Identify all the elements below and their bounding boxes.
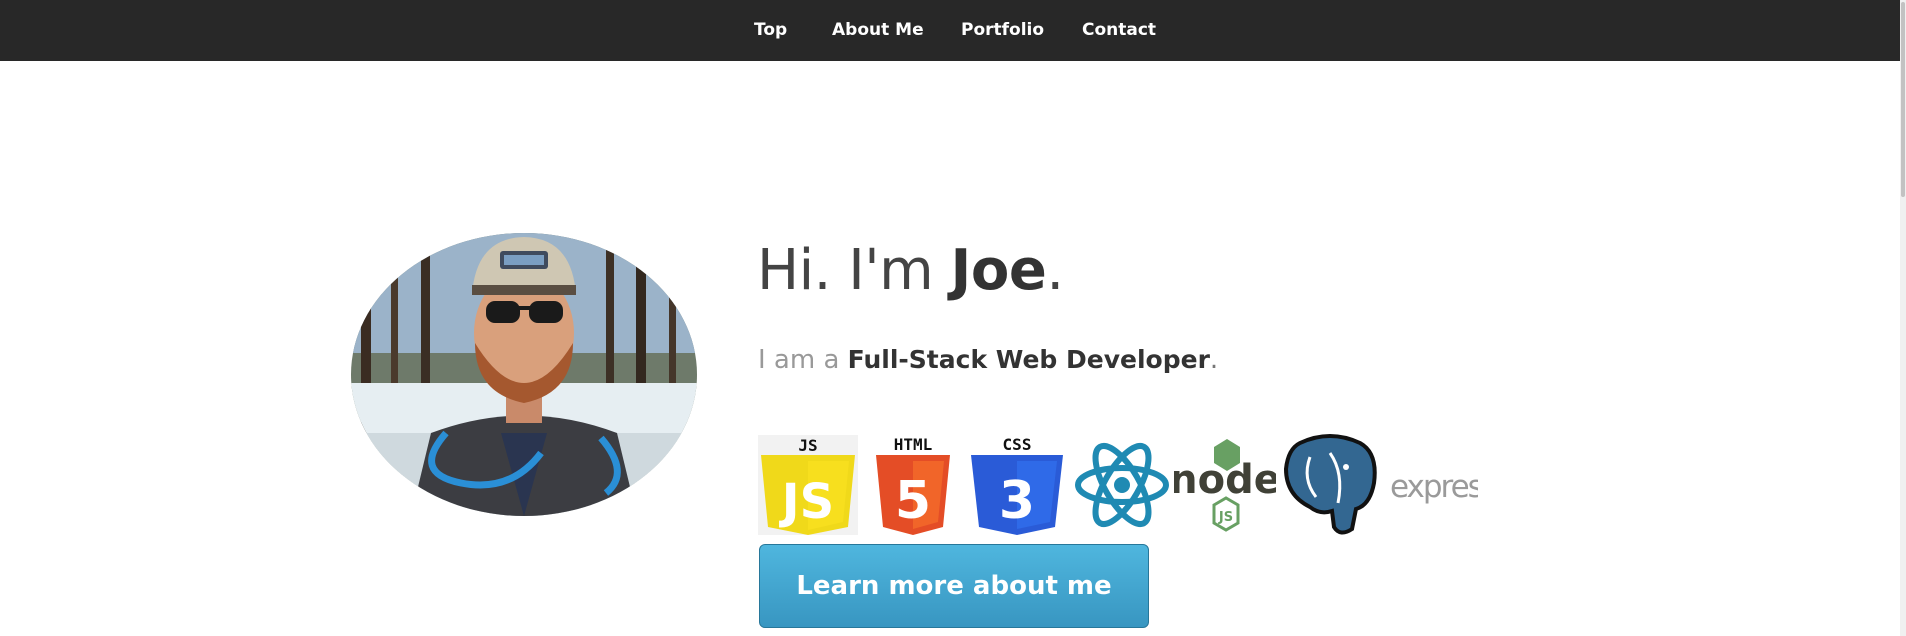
profile-photo (351, 233, 697, 516)
nav-item-about-me[interactable]: About Me (832, 19, 924, 41)
greeting-prefix: Hi. I'm (757, 238, 934, 303)
nodejs-icon: node JS (1174, 439, 1276, 532)
scrollbar-thumb[interactable] (1901, 2, 1905, 197)
nodejs-icon-sublabel: JS (1218, 510, 1233, 525)
page-scrollbar[interactable] (1900, 0, 1906, 636)
express-icon-label: express (1390, 469, 1478, 505)
postgresql-icon (1283, 434, 1377, 535)
tagline-suffix: . (1209, 345, 1219, 375)
html5-icon-label: HTML (894, 435, 933, 454)
top-navbar: Top About Me Portfolio Contact (0, 0, 1906, 61)
react-icon (1075, 442, 1169, 528)
tagline-prefix: I am a (758, 345, 840, 375)
svg-text:3: 3 (999, 471, 1035, 531)
hero-tagline: I am a Full-Stack Web Developer. (758, 343, 1218, 377)
html5-icon: HTML 5 (876, 435, 950, 535)
hero-greeting: Hi. I'm Joe. (757, 233, 1064, 309)
nav-item-portfolio[interactable]: Portfolio (961, 19, 1044, 41)
greeting-suffix: . (1046, 238, 1064, 303)
svg-text:JS: JS (779, 474, 834, 530)
svg-text:5: 5 (895, 471, 931, 531)
nav-item-contact[interactable]: Contact (1082, 19, 1156, 41)
nav-item-top[interactable]: Top (754, 19, 787, 41)
express-icon: express (1390, 469, 1478, 505)
greeting-name: Joe (950, 238, 1047, 303)
tagline-role: Full-Stack Web Developer (847, 345, 1210, 374)
learn-more-button[interactable]: Learn more about me (759, 544, 1149, 628)
javascript-icon-label: JS (798, 436, 817, 455)
javascript-icon: JS JS (758, 435, 858, 535)
css3-icon: CSS 3 (971, 435, 1063, 535)
css3-icon-label: CSS (1003, 435, 1032, 454)
